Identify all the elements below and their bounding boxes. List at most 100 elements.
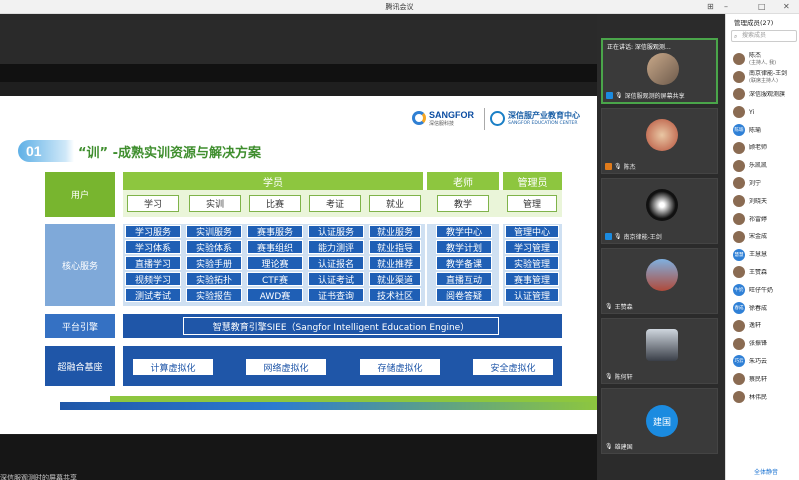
- member-role: (联席主持人): [749, 77, 778, 84]
- core-service-item: 认证考试: [308, 272, 364, 286]
- avatar: [733, 106, 745, 119]
- member-name: 刘宁: [749, 179, 762, 187]
- core-column-title: 学习服务: [125, 225, 181, 238]
- core-column-title: 教学中心: [436, 225, 492, 238]
- member-row[interactable]: 乐凯凯: [726, 157, 799, 175]
- mic-icon: 🎙: [614, 163, 622, 170]
- avatar: [646, 259, 678, 291]
- member-row[interactable]: 祁雷婷: [726, 210, 799, 228]
- user-item-job: 就业: [369, 195, 421, 212]
- members-list: 陈杰 (主持人, 我) 南京律能-王剑 (联席主持人) 深信服观测旗 Yi 陈瑜 陈瑜 顾老师乐…: [726, 50, 799, 406]
- member-row[interactable]: 巧云 朱巧云: [726, 353, 799, 371]
- user-item-manage: 管理: [507, 195, 557, 212]
- user-item-learn: 学习: [127, 195, 179, 212]
- core-service-item: 测试考试: [125, 288, 181, 302]
- member-row[interactable]: 张振锋: [726, 335, 799, 353]
- member-row[interactable]: 南京律能-王剑 (联席主持人): [726, 68, 799, 86]
- row-label-infra: 超融合基座: [45, 346, 115, 386]
- core-service-item: 就业指导: [369, 240, 421, 254]
- core-service-item: 技术社区: [369, 288, 421, 302]
- member-row[interactable]: 慧慧 王慧慧: [726, 246, 799, 264]
- member-row[interactable]: 陈瑜 陈瑜: [726, 121, 799, 139]
- avatar: 牛奶: [733, 284, 745, 297]
- education-logo-text: 深信服产业教育中心: [508, 111, 580, 120]
- education-logo-sub: SANGFOR EDUCATION CENTER: [508, 121, 578, 126]
- member-row[interactable]: 刘宁: [726, 175, 799, 193]
- tile-label: 雄建国: [614, 444, 633, 451]
- video-tile-wangjian[interactable]: 🎙 南京律能-王剑: [601, 178, 718, 244]
- member-row[interactable]: Yi: [726, 103, 799, 121]
- member-name: 南京律能-王剑: [749, 69, 788, 77]
- avatar: [733, 391, 745, 404]
- member-name: 宋金成: [749, 233, 768, 241]
- avatar: 巧云: [733, 355, 745, 368]
- avatar: [733, 52, 745, 65]
- member-row[interactable]: 宋金成: [726, 228, 799, 246]
- screen-share-icon: [606, 92, 613, 99]
- pin-icon[interactable]: ⊞: [707, 2, 714, 11]
- mic-icon: 🎙: [605, 373, 613, 380]
- member-row[interactable]: 逸轩: [726, 317, 799, 335]
- user-item-practice: 实训: [189, 195, 241, 212]
- video-tile-jianguo[interactable]: 建国 🎙 雄建国: [601, 388, 718, 454]
- member-row[interactable]: 顾老师: [726, 139, 799, 157]
- member-name: 陈杰: [749, 51, 762, 59]
- member-row[interactable]: 春成 徐春成: [726, 299, 799, 317]
- core-service-item: 教学备课: [436, 256, 492, 270]
- core-service-item: 认证管理: [505, 288, 559, 302]
- core-column-title: 赛事服务: [247, 225, 303, 238]
- education-center-logo: 深信服产业教育中心 SANGFOR EDUCATION CENTER: [490, 109, 590, 131]
- core-service-item: 实验拓扑: [186, 272, 242, 286]
- core-service-item: 实验手册: [186, 256, 242, 270]
- tile-label: 深信服观测的屏幕共享: [624, 93, 685, 100]
- core-service-item: 直播学习: [125, 256, 181, 270]
- member-row[interactable]: 深信服观测旗: [726, 86, 799, 104]
- slide-decor-line: [60, 402, 597, 410]
- member-row[interactable]: 牛奶 旺仔牛奶: [726, 281, 799, 299]
- core-service-item: 实验管理: [505, 256, 559, 270]
- minimize-icon[interactable]: –: [724, 2, 728, 11]
- sangfor-logo: SANGFOR 深信服科技: [412, 109, 482, 129]
- core-column-title: 实训服务: [186, 225, 242, 238]
- video-tile-wangzansen[interactable]: 🎙 王赞森: [601, 248, 718, 314]
- maximize-icon[interactable]: □: [758, 2, 766, 11]
- member-name: 林伟民: [749, 393, 768, 401]
- close-icon[interactable]: ✕: [783, 2, 790, 11]
- cohost-icon: [605, 233, 612, 240]
- member-row[interactable]: 王赞森: [726, 264, 799, 282]
- avatar: 建国: [646, 405, 678, 437]
- member-row[interactable]: 林伟民: [726, 388, 799, 406]
- member-name: 旺仔牛奶: [749, 286, 774, 294]
- member-row[interactable]: 刘晓天: [726, 192, 799, 210]
- avatar: [733, 88, 745, 101]
- avatar: 慧慧: [733, 248, 745, 261]
- education-logo-icon: [490, 111, 505, 126]
- member-name: 陈瑜: [749, 126, 762, 134]
- mute-all-button[interactable]: 全体静音: [746, 465, 786, 477]
- core-column-title: 认证服务: [308, 225, 364, 238]
- members-search-input[interactable]: ⌕ 搜索成员: [731, 30, 797, 42]
- window-title: 腾讯会议: [385, 3, 414, 11]
- avatar: [733, 230, 745, 243]
- tile-label: 陈何轩: [614, 374, 633, 381]
- row-label-engine: 平台引擎: [45, 314, 115, 338]
- infra-storage: 存储虚拟化: [359, 358, 441, 376]
- video-tile-chenjie[interactable]: 🎙 陈杰: [601, 108, 718, 174]
- infra-security: 安全虚拟化: [472, 358, 554, 376]
- member-name: 逸轩: [749, 322, 762, 330]
- avatar: [646, 189, 678, 221]
- member-row[interactable]: 蔡民轩: [726, 370, 799, 388]
- mic-icon: 🎙: [605, 443, 613, 450]
- member-name: 刘晓天: [749, 197, 768, 205]
- member-name: 王赞森: [749, 268, 768, 276]
- sangfor-logo-sub: 深信服科技: [429, 121, 455, 127]
- mic-icon: 🎙: [614, 233, 622, 240]
- core-service-item: 认证报名: [308, 256, 364, 270]
- avatar: [733, 159, 745, 172]
- member-row[interactable]: 陈杰 (主持人, 我): [726, 50, 799, 68]
- share-banner: 深信服观测时的屏幕共享: [0, 474, 77, 480]
- video-tile-chenhexuan[interactable]: 🎙 陈何轩: [601, 318, 718, 384]
- tile-label: 南京律能-王剑: [623, 234, 662, 241]
- video-tile-share[interactable]: 正在讲话: 深信服观测… 🎙 深信服观测的屏幕共享: [601, 38, 718, 104]
- sangfor-logo-icon: [412, 111, 426, 125]
